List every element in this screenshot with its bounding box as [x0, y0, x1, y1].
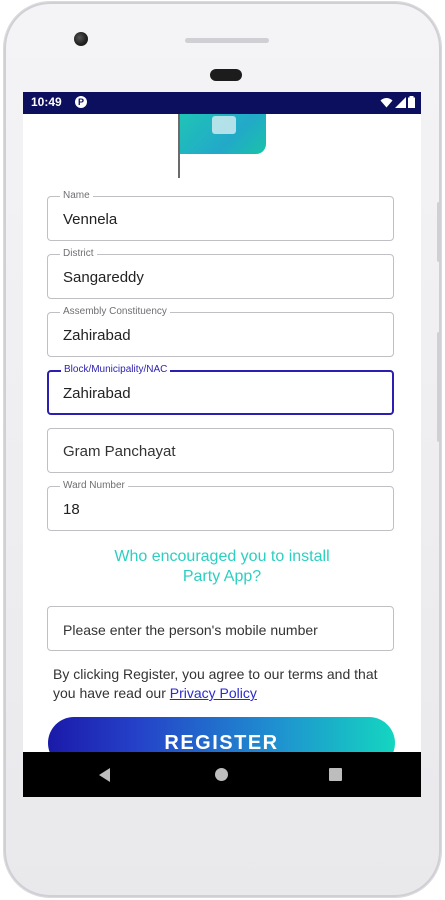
assembly-constituency-label: Assembly Constituency — [60, 306, 170, 318]
ward-number-field[interactable]: Ward Number 18 — [47, 480, 394, 531]
gram-panchayat-field[interactable]: Gram Panchayat — [47, 428, 394, 473]
assembly-constituency-field[interactable]: Assembly Constituency Zahirabad — [47, 306, 394, 357]
volume-button — [437, 202, 441, 262]
referrer-mobile-placeholder: Please enter the person's mobile number — [63, 622, 318, 638]
gram-panchayat-placeholder: Gram Panchayat — [63, 443, 176, 460]
wifi-icon — [380, 97, 393, 107]
referrer-prompt-line1: Who encouraged you to install — [114, 548, 330, 565]
block-municipality-field[interactable]: Block/Municipality/NAC Zahirabad — [47, 364, 394, 415]
name-value: Vennela — [63, 211, 118, 228]
referrer-prompt-line2: Party App? — [182, 568, 262, 585]
power-button — [437, 332, 441, 442]
battery-icon — [408, 96, 415, 108]
phone-frame: 10:49 P Name Vennela District Sangareddy… — [4, 2, 441, 897]
home-circle-icon[interactable] — [215, 768, 228, 781]
district-label: District — [60, 248, 97, 260]
ward-number-label: Ward Number — [60, 480, 128, 492]
terms-text: By clicking Register, you agree to our t… — [53, 665, 393, 703]
referrer-mobile-field[interactable]: Please enter the person's mobile number — [47, 606, 394, 651]
block-municipality-value: Zahirabad — [63, 385, 131, 402]
name-field[interactable]: Name Vennela — [47, 190, 394, 241]
party-flag-logo — [180, 114, 266, 154]
earpiece — [210, 69, 242, 81]
block-municipality-label: Block/Municipality/NAC — [61, 364, 171, 376]
district-value: Sangareddy — [63, 269, 144, 286]
p-circle-icon: P — [75, 96, 87, 108]
privacy-policy-link[interactable]: Privacy Policy — [170, 685, 257, 701]
status-time: 10:49 — [31, 95, 62, 109]
signal-icon — [395, 96, 406, 108]
top-speaker — [185, 38, 269, 43]
flag-emblem — [212, 116, 236, 134]
name-label: Name — [60, 190, 93, 202]
android-nav-bar — [23, 752, 421, 797]
back-triangle-icon[interactable] — [99, 768, 110, 782]
referrer-prompt: Who encouraged you to install Party App? — [23, 547, 421, 587]
recents-square-icon[interactable] — [329, 768, 342, 781]
district-field[interactable]: District Sangareddy — [47, 248, 394, 299]
app-screen: 10:49 P Name Vennela District Sangareddy… — [23, 92, 421, 797]
status-bar: 10:49 P — [23, 92, 421, 114]
ward-number-value: 18 — [63, 501, 80, 518]
system-icons — [380, 96, 415, 108]
front-camera — [74, 32, 88, 46]
assembly-constituency-value: Zahirabad — [63, 327, 131, 344]
